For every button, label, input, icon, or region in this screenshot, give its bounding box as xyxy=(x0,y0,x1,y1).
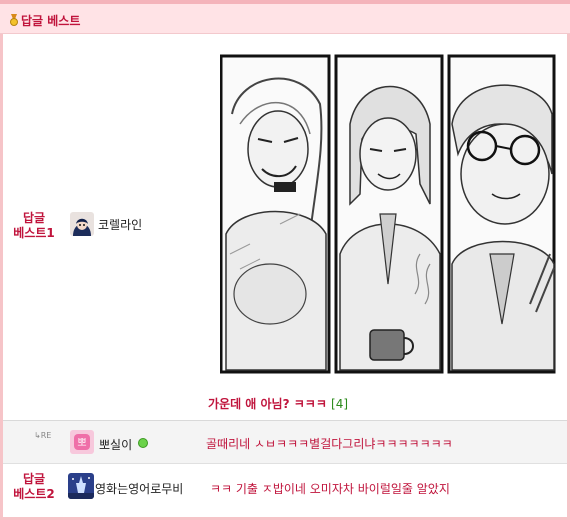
best2-comment[interactable]: ㅋㅋ 기출 ㅈ밥이네 오미자차 바이럴일줄 알았지 xyxy=(210,480,450,497)
best1-comment[interactable]: 가운데 애 아님? ㅋㅋㅋ [4] xyxy=(208,395,348,412)
medal-icon xyxy=(9,14,19,26)
best1-label: 답글 베스트1 xyxy=(13,211,55,240)
avatar[interactable] xyxy=(68,473,94,499)
panel-title: 답글 베스트 xyxy=(21,14,81,28)
reply-comment[interactable]: 골때리네 ㅅㅂㅋㅋㅋ별걸다그리냐ㅋㅋㅋㅋㅋㅋㅋ xyxy=(206,435,453,452)
best1-nickname[interactable]: 코렐라인 xyxy=(98,216,142,233)
best2-nickname[interactable]: 영화는영어로무비 xyxy=(95,480,183,497)
avatar[interactable]: 뽀 xyxy=(70,430,94,454)
reply-nickname[interactable]: 뽀실이 xyxy=(99,436,132,453)
reply-arrow-icon: ↳RE xyxy=(34,431,52,440)
svg-text:뽀: 뽀 xyxy=(77,437,86,449)
reply-count[interactable]: [4] xyxy=(331,397,348,411)
panel-header: 답글 베스트 xyxy=(0,0,570,34)
online-status-icon xyxy=(138,438,148,448)
best2-label: 답글 베스트2 xyxy=(13,472,55,501)
avatar[interactable] xyxy=(70,212,94,236)
comic-image[interactable] xyxy=(219,54,556,376)
